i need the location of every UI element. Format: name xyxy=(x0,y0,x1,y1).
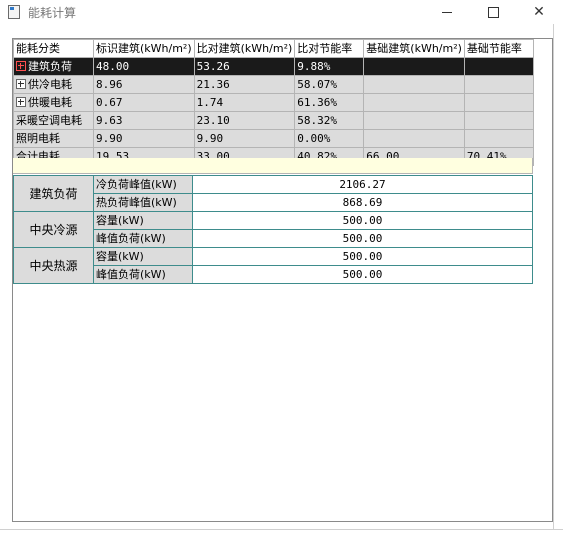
row-label-cell[interactable]: 供暖电耗 xyxy=(13,93,94,112)
value-cell[interactable]: 9.90 xyxy=(193,129,296,148)
expand-icon[interactable] xyxy=(16,78,26,89)
value-cell[interactable] xyxy=(363,129,465,148)
header-cell[interactable]: 比对节能率 xyxy=(294,39,365,58)
title-bar: 能耗计算 ✕ xyxy=(0,0,563,24)
close-icon: ✕ xyxy=(533,4,545,20)
value-cell[interactable]: 9.90 xyxy=(93,129,195,148)
expand-icon[interactable] xyxy=(16,96,26,107)
value-cell[interactable] xyxy=(463,111,534,130)
value-cell[interactable] xyxy=(463,129,534,148)
table-row[interactable]: 照明电耗 9.90 9.90 0.00% xyxy=(13,129,534,148)
minimize-button[interactable] xyxy=(424,0,470,24)
value-cell[interactable]: 0.00% xyxy=(294,129,365,148)
value-cell[interactable] xyxy=(463,57,534,76)
row-label-cell[interactable]: 照明电耗 xyxy=(13,129,94,148)
header-cell[interactable]: 能耗分类 xyxy=(13,39,94,58)
window-frame-bottom xyxy=(0,529,563,530)
value-cell[interactable]: 53.26 xyxy=(193,57,296,76)
window-title: 能耗计算 xyxy=(28,6,77,20)
value-cell[interactable]: 58.32% xyxy=(294,111,365,130)
table-row[interactable]: 建筑负荷 冷负荷峰值(kW) 2106.27 xyxy=(13,175,533,212)
item-label-cell: 峰值负荷(kW) xyxy=(93,229,193,248)
minimize-icon xyxy=(442,11,452,13)
table-row[interactable]: 采暖空调电耗 9.63 23.10 58.32% xyxy=(13,111,534,130)
item-value-cell[interactable]: 500.00 xyxy=(192,211,533,230)
row-label-cell[interactable]: 供冷电耗 xyxy=(13,75,94,94)
table-row[interactable]: 供冷电耗 8.96 21.36 58.07% xyxy=(13,75,534,94)
value-cell[interactable]: 58.07% xyxy=(294,75,365,94)
maximize-icon xyxy=(487,6,499,18)
value-cell[interactable]: 0.67 xyxy=(93,93,195,112)
item-value-cell[interactable]: 500.00 xyxy=(192,247,533,266)
maximize-button[interactable] xyxy=(470,0,516,24)
group-cell-central-heating: 中央热源 xyxy=(13,247,94,284)
item-value-cell[interactable]: 500.00 xyxy=(192,229,533,248)
row-label: 供冷电耗 xyxy=(28,77,72,91)
value-cell[interactable]: 9.63 xyxy=(93,111,195,130)
value-cell[interactable]: 61.36% xyxy=(294,93,365,112)
value-cell[interactable]: 9.88% xyxy=(294,57,365,76)
item-label-cell: 热负荷峰值(kW) xyxy=(93,193,193,212)
table-header-row: 能耗分类 标识建筑(kWh/m²) 比对建筑(kWh/m²) 比对节能率 基础建… xyxy=(13,39,534,58)
window-frame-right xyxy=(553,24,554,530)
separator-row xyxy=(13,158,533,174)
value-cell[interactable] xyxy=(363,93,465,112)
value-cell[interactable]: 21.36 xyxy=(193,75,296,94)
row-label: 建筑负荷 xyxy=(28,59,72,73)
item-label-cell: 容量(kW) xyxy=(93,247,193,266)
header-cell[interactable]: 比对建筑(kWh/m²) xyxy=(193,39,296,58)
value-cell[interactable] xyxy=(463,93,534,112)
row-label: 供暖电耗 xyxy=(28,95,72,109)
group-cell-central-cooling: 中央冷源 xyxy=(13,211,94,248)
item-label-cell: 冷负荷峰值(kW) xyxy=(93,175,193,194)
results-panel: 能耗分类 标识建筑(kWh/m²) 比对建筑(kWh/m²) 比对节能率 基础建… xyxy=(12,38,553,522)
value-cell[interactable]: 23.10 xyxy=(193,111,296,130)
row-label-cell[interactable]: 建筑负荷 xyxy=(13,57,94,76)
table-row[interactable]: 中央冷源 容量(kW) 500.00 xyxy=(13,211,533,248)
value-cell[interactable]: 8.96 xyxy=(93,75,195,94)
row-label-cell[interactable]: 采暖空调电耗 xyxy=(13,111,94,130)
item-label-cell: 峰值负荷(kW) xyxy=(93,265,193,284)
header-cell[interactable]: 标识建筑(kWh/m²) xyxy=(93,39,195,58)
value-cell[interactable] xyxy=(363,75,465,94)
value-cell[interactable] xyxy=(363,57,465,76)
app-icon xyxy=(8,5,20,19)
item-label-cell: 容量(kW) xyxy=(93,211,193,230)
expand-icon[interactable] xyxy=(16,60,26,71)
energy-table: 能耗分类 标识建筑(kWh/m²) 比对建筑(kWh/m²) 比对节能率 基础建… xyxy=(13,39,534,166)
header-cell[interactable]: 基础节能率 xyxy=(463,39,534,58)
close-button[interactable]: ✕ xyxy=(516,0,562,24)
value-cell[interactable] xyxy=(363,111,465,130)
item-value-cell[interactable]: 2106.27 xyxy=(192,175,533,194)
item-value-cell[interactable]: 868.69 xyxy=(192,193,533,212)
value-cell[interactable] xyxy=(463,75,534,94)
table-row[interactable]: 建筑负荷 48.00 53.26 9.88% xyxy=(13,57,534,76)
value-cell[interactable]: 1.74 xyxy=(193,93,296,112)
load-table: 建筑负荷 冷负荷峰值(kW) 2106.27 热负荷峰值(kW) 868.69 … xyxy=(13,175,533,284)
table-row[interactable]: 供暖电耗 0.67 1.74 61.36% xyxy=(13,93,534,112)
header-cell[interactable]: 基础建筑(kWh/m²) xyxy=(363,39,465,58)
value-cell[interactable]: 48.00 xyxy=(93,57,195,76)
table-row[interactable]: 中央热源 容量(kW) 500.00 xyxy=(13,247,533,284)
group-cell-building-load: 建筑负荷 xyxy=(13,175,94,212)
item-value-cell[interactable]: 500.00 xyxy=(192,265,533,284)
